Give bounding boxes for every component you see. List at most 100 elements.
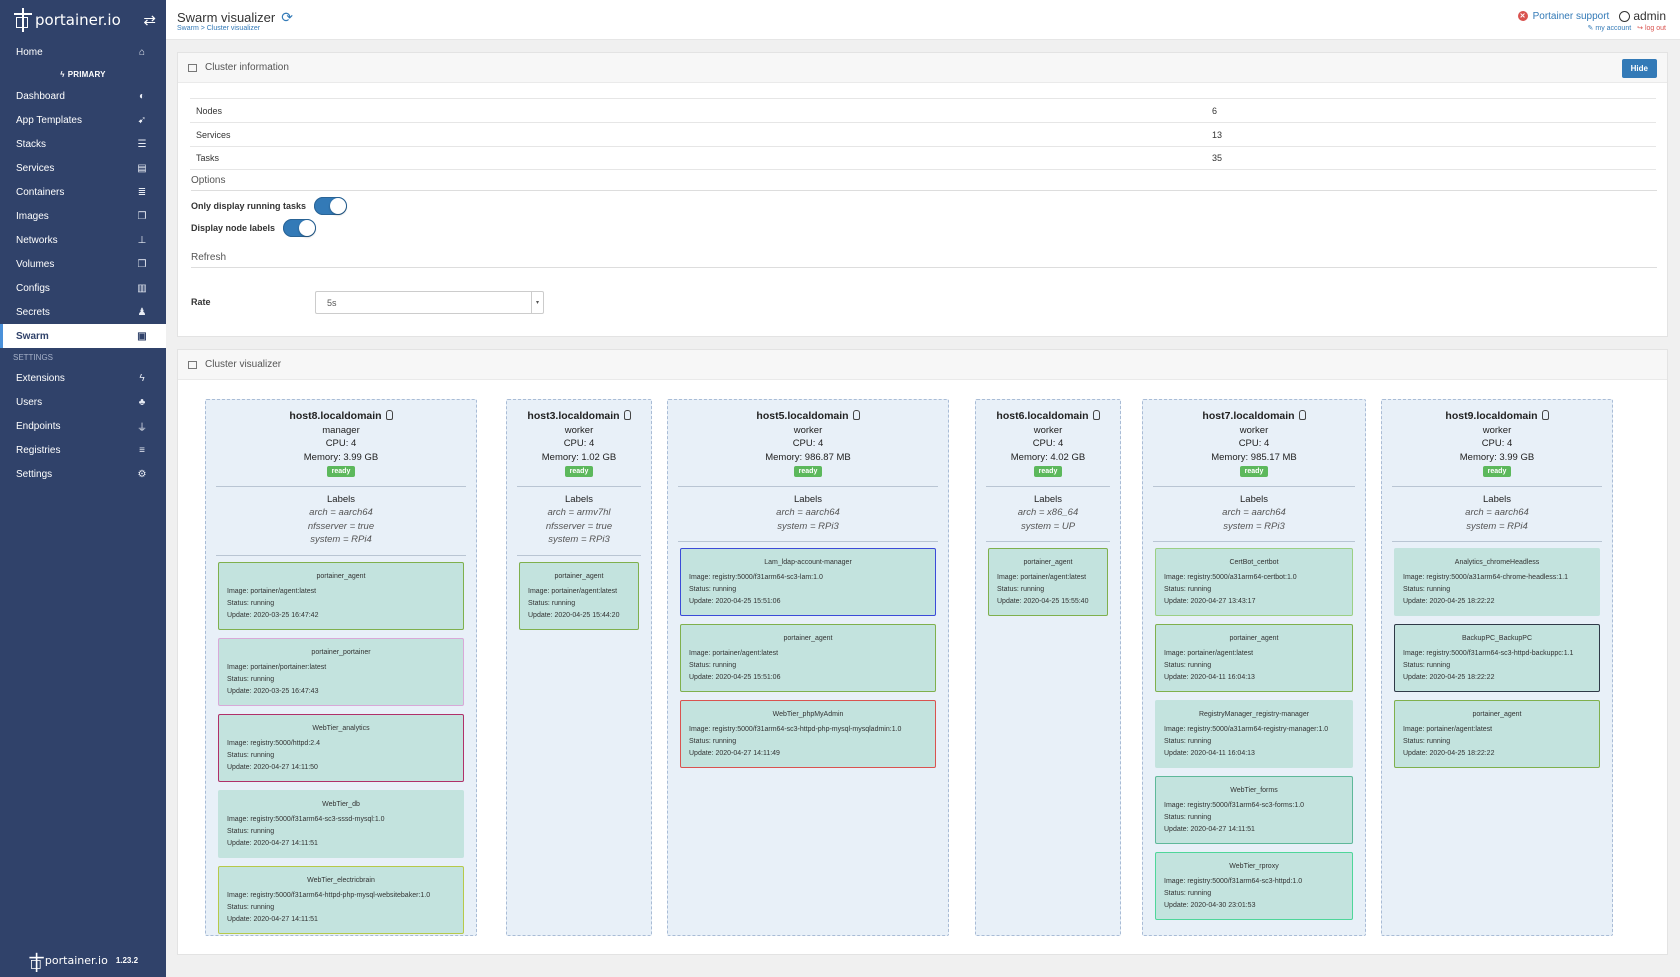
- task-card[interactable]: WebTier_forms Image: registry:5000/f31arm…: [1155, 776, 1353, 844]
- sidebar-item-secrets[interactable]: Secrets ♟: [0, 300, 166, 324]
- node-label: system = RPi4: [310, 534, 372, 545]
- task-update: Update: 2020-04-27 14:11:51: [227, 915, 318, 923]
- node-labels-toggle[interactable]: [283, 219, 317, 237]
- portainer-crane-icon: [14, 8, 32, 32]
- logo-text: portainer.io: [35, 11, 121, 29]
- task-name: Analytics_chromeHeadless: [1454, 559, 1540, 566]
- hide-button[interactable]: Hide: [1621, 59, 1657, 78]
- sidebar-item-stacks[interactable]: Stacks ☰: [0, 132, 166, 156]
- divider: [216, 485, 466, 487]
- log-out-link[interactable]: ↪ log out: [1637, 24, 1666, 32]
- node-labels: Labels arch = armv7hl nfsserver = true syst…: [517, 493, 641, 547]
- task-name: portainer_agent: [783, 635, 833, 642]
- task-update: Update: 2020-04-11 16:04:13: [1164, 750, 1255, 757]
- task-card[interactable]: portainer_agent Image: portainer/agent:la…: [1155, 624, 1353, 692]
- cubes-icon: ❒: [137, 258, 147, 270]
- sidebar-item-swarm[interactable]: Swarm ▣: [0, 324, 166, 348]
- task-name: portainer_agent: [1472, 711, 1522, 718]
- sidebar-item-networks[interactable]: Networks ⊥: [0, 228, 166, 252]
- task-card[interactable]: WebTier_analytics Image: registry:5000/ht…: [218, 713, 464, 782]
- task-status: Status: running: [1403, 586, 1451, 593]
- task-image: Image: registry:5000/httpd:2.4: [227, 739, 320, 747]
- clone-icon: ❐: [137, 210, 147, 222]
- status-badge: ready: [1482, 466, 1512, 477]
- breadcrumb[interactable]: Swarm > Cluster visualizer: [177, 25, 260, 32]
- running-tasks-toggle[interactable]: [314, 197, 348, 215]
- divider: [986, 541, 1110, 542]
- task-card[interactable]: RegistryManager_registry-manager Image: r…: [1155, 700, 1353, 768]
- users-icon: ♣: [138, 396, 146, 408]
- task-update: Update: 2020-03-25 16:47:43: [227, 687, 319, 695]
- sidebar-item-images[interactable]: Images ❐: [0, 204, 166, 228]
- sidebar-item-volumes[interactable]: Volumes ❒: [0, 252, 166, 276]
- node-card: host9.localdomain worker CPU: 4 Memory: 3.9…: [1381, 399, 1613, 936]
- task-name: CertBot_certbot: [1229, 559, 1279, 566]
- sidebar-item-configs[interactable]: Configs ▥: [0, 276, 166, 300]
- linux-icon: [852, 410, 860, 420]
- sidebar-item-label: Services: [16, 162, 55, 174]
- node-memory: Memory: 986.87 MB: [765, 451, 851, 463]
- sidebar-item-dashboard[interactable]: Dashboard ◐: [0, 84, 166, 108]
- task-card[interactable]: WebTier_db Image: registry:5000/f31arm64-…: [218, 789, 464, 858]
- user-menu[interactable]: admin: [1619, 9, 1666, 23]
- task-name: portainer_portainer: [311, 648, 371, 656]
- sidebar-item-home[interactable]: Home ⌂: [0, 40, 166, 64]
- task-card[interactable]: CertBot_certbot Image: registry:5000/a31a…: [1155, 548, 1353, 616]
- linux-icon: [623, 410, 631, 420]
- portainer-support-link[interactable]: ✕ Portainer support: [1517, 11, 1609, 22]
- home-icon: ⌂: [138, 46, 146, 58]
- task-card[interactable]: portainer_agent Image: portainer/agent:la…: [218, 561, 464, 630]
- row-label: Services: [196, 129, 231, 140]
- sidebar-item-label: Networks: [16, 234, 58, 246]
- task-card[interactable]: WebTier_electricbrain Image: registry:500…: [218, 865, 464, 934]
- portainer-logo[interactable]: portainer.io: [14, 8, 121, 32]
- sidebar-item-extensions[interactable]: Extensions ϟ: [0, 366, 166, 390]
- task-card[interactable]: WebTier_rproxy Image: registry:5000/f31ar…: [1155, 852, 1353, 920]
- my-account-link[interactable]: ✎ my account: [1588, 24, 1632, 32]
- task-update: Update: 2020-04-25 15:51:06: [689, 598, 781, 605]
- task-status: Status: running: [689, 586, 737, 593]
- divider: [1392, 485, 1602, 487]
- task-update: Update: 2020-04-30 23:01:53: [1164, 902, 1256, 909]
- row-value: 6: [1212, 105, 1218, 116]
- sidebar-item-registries[interactable]: Registries ≡: [0, 438, 166, 462]
- rate-select[interactable]: 5s ▾: [315, 291, 544, 314]
- node-header: host5.localdomain worker CPU: 4 Memory: 986…: [678, 410, 938, 478]
- node-label: arch = aarch64: [1222, 507, 1286, 518]
- sidebar-item-services[interactable]: Services ▤: [0, 156, 166, 180]
- refresh-icon[interactable]: ⟳: [281, 9, 293, 26]
- node-header: host7.localdomain worker CPU: 4 Memory: 985…: [1153, 410, 1355, 478]
- sidebar: portainer.io ⇄ Home ⌂ ϟ PRIMARY Dashboard ◐ Ap…: [0, 0, 166, 977]
- sidebar-item-label: Endpoints: [16, 420, 61, 432]
- task-card[interactable]: portainer_agent Image: portainer/agent:la…: [680, 624, 936, 692]
- status-badge: ready: [1239, 466, 1269, 477]
- sidebar-item-settings[interactable]: Settings ⚙: [0, 462, 166, 486]
- exchange-toggle-icon[interactable]: ⇄: [143, 11, 156, 29]
- node-cpu: CPU: 4: [325, 438, 357, 449]
- rate-label: Rate: [191, 297, 211, 307]
- task-card[interactable]: Analytics_chromeHeadless Image: registry:…: [1394, 548, 1600, 616]
- task-card[interactable]: portainer_agent Image: portainer/agent:la…: [988, 548, 1108, 616]
- divider: [216, 554, 466, 556]
- task-name: WebTier_db: [322, 800, 360, 808]
- sidebar-item-containers[interactable]: Containers ≣: [0, 180, 166, 204]
- task-card[interactable]: WebTier_phpMyAdmin Image: registry:5000/f…: [680, 700, 936, 768]
- linux-icon: [385, 410, 393, 420]
- node-memory: Memory: 4.02 GB: [1010, 451, 1086, 463]
- node-card: host6.localdomain worker CPU: 4 Memory: 4.0…: [975, 399, 1121, 936]
- task-update: Update: 2020-04-27 14:11:51: [227, 839, 318, 847]
- task-card[interactable]: portainer_portainer Image: portainer/port…: [218, 637, 464, 706]
- sidebar-item-app-templates[interactable]: App Templates ➹: [0, 108, 166, 132]
- username: admin: [1633, 9, 1666, 23]
- node-hostname: host5.localdomain: [756, 410, 849, 422]
- status-badge: ready: [564, 466, 594, 477]
- cluster-info-table: Nodes 6 Services 13 Tasks 35: [190, 98, 1656, 170]
- task-card[interactable]: BackupPC_BackupPC Image: registry:5000/f3…: [1394, 624, 1600, 692]
- task-card[interactable]: Lam_ldap-account-manager Image: registry:…: [680, 548, 936, 616]
- sidebar-item-users[interactable]: Users ♣: [0, 390, 166, 414]
- task-card[interactable]: portainer_agent Image: portainer/agent:la…: [519, 561, 639, 630]
- task-name: portainer_agent: [316, 572, 366, 580]
- sidebar-item-endpoints[interactable]: Endpoints ⏚: [0, 414, 166, 438]
- task-card[interactable]: portainer_agent Image: portainer/agent:la…: [1394, 700, 1600, 768]
- status-badge: ready: [793, 466, 823, 477]
